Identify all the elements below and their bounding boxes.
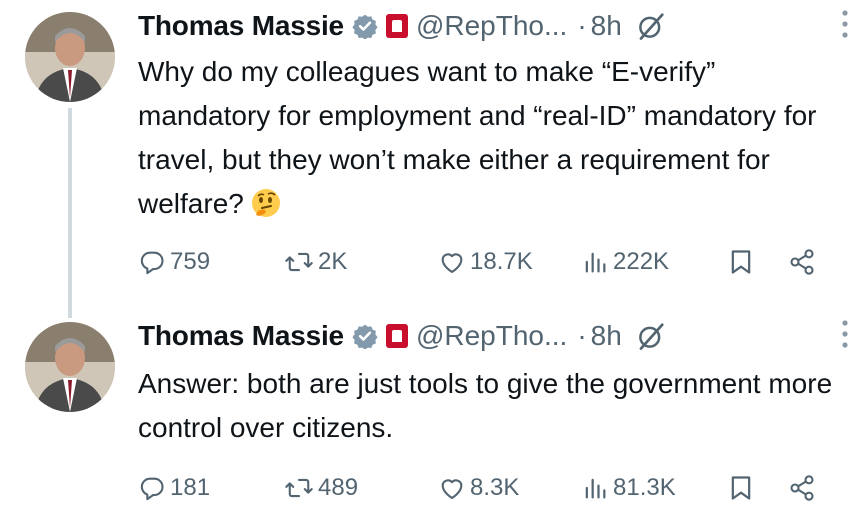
timestamp[interactable]: 8h <box>591 320 622 352</box>
avatar-image <box>25 322 115 412</box>
analytics-icon <box>585 478 606 499</box>
government-affiliation-icon <box>385 14 408 38</box>
repost-icon <box>285 252 313 272</box>
share-icon <box>790 249 814 275</box>
thinking-face-icon <box>250 187 282 219</box>
tweet-header: Thomas Massie @RepTho... · 8h <box>138 6 844 46</box>
tweet-header: Thomas Massie @RepTho... · 8h <box>138 316 844 356</box>
grok-icon[interactable] <box>636 11 666 41</box>
reply-count: 181 <box>170 474 211 501</box>
author-handle[interactable]: @RepTho... <box>416 320 567 352</box>
reply-icon <box>140 477 164 501</box>
heart-icon <box>441 479 463 499</box>
government-affiliation-icon <box>385 324 408 348</box>
tweet-actions: 759 2K 18.7K 222K <box>138 242 824 282</box>
repost-button[interactable]: 2K <box>284 248 347 276</box>
like-count: 8.3K <box>470 474 520 501</box>
verified-badge-icon <box>352 323 378 349</box>
more-options-icon[interactable] <box>840 8 850 40</box>
grok-icon[interactable] <box>636 321 666 351</box>
avatar-image <box>25 12 115 102</box>
repost-count: 489 <box>318 474 359 501</box>
heart-icon <box>441 253 463 273</box>
bookmark-button[interactable] <box>728 474 754 502</box>
author-name[interactable]: Thomas Massie <box>138 10 344 42</box>
more-options-icon[interactable] <box>840 318 850 350</box>
author-name[interactable]: Thomas Massie <box>138 320 344 352</box>
share-button[interactable] <box>788 248 816 276</box>
analytics-icon <box>585 252 606 273</box>
tweet-text: Why do my colleagues want to make “E-ver… <box>138 50 840 226</box>
reply-icon <box>140 251 164 275</box>
reply-button[interactable]: 759 <box>138 248 210 276</box>
views-button[interactable]: 222K <box>581 248 669 276</box>
views-button[interactable]: 81.3K <box>581 474 676 502</box>
verified-badge-icon <box>352 13 378 39</box>
like-count: 18.7K <box>470 248 533 275</box>
tweet[interactable]: Thomas Massie @RepTho... · 8h Why do my … <box>0 0 864 318</box>
view-count: 222K <box>613 248 670 275</box>
repost-button[interactable]: 489 <box>284 474 358 502</box>
separator-dot: · <box>577 10 587 41</box>
bookmark-icon <box>731 250 751 274</box>
bookmark-button[interactable] <box>728 248 754 276</box>
like-button[interactable]: 18.7K <box>438 248 533 276</box>
tweet-text: Answer: both are just tools to give the … <box>138 368 833 443</box>
bookmark-icon <box>731 476 751 500</box>
repost-count: 2K <box>318 248 348 275</box>
reply-count: 759 <box>170 248 211 275</box>
view-count: 81.3K <box>613 474 676 501</box>
tweet[interactable]: Thomas Massie @RepTho... · 8h Answer: bo… <box>0 310 864 519</box>
tweet-text-content: Why do my colleagues want to make “E-ver… <box>138 56 817 219</box>
author-handle[interactable]: @RepTho... <box>416 10 567 42</box>
thread-line <box>68 108 72 318</box>
reply-button[interactable]: 181 <box>138 474 210 502</box>
share-icon <box>790 475 814 501</box>
tweet-actions: 181 489 8.3K 81.3K <box>138 468 824 508</box>
repost-icon <box>285 478 313 498</box>
separator-dot: · <box>577 320 587 351</box>
avatar[interactable] <box>25 12 115 102</box>
share-button[interactable] <box>788 474 816 502</box>
like-button[interactable]: 8.3K <box>438 474 519 502</box>
avatar[interactable] <box>25 322 115 412</box>
timestamp[interactable]: 8h <box>591 10 622 42</box>
